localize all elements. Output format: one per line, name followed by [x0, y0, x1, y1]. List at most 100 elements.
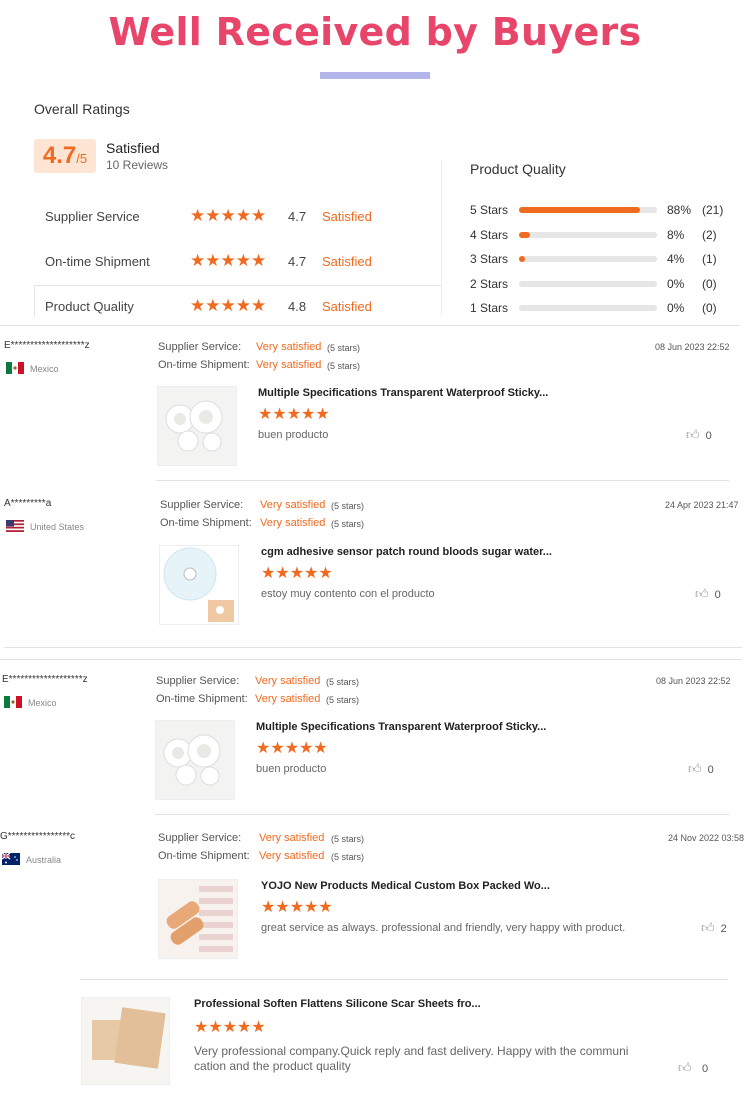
- shipment-label: On-time Shipment:: [160, 517, 252, 529]
- country-flag-icon: [4, 693, 22, 710]
- review-stars: ★★★★★: [256, 738, 328, 757]
- product-image[interactable]: [159, 545, 239, 625]
- supplier-service-label: Supplier Service:: [160, 499, 244, 511]
- review-comment: buen producto: [256, 763, 327, 775]
- dist-label: 3 Stars: [470, 252, 509, 266]
- product-image[interactable]: [157, 386, 237, 466]
- product-image[interactable]: [158, 879, 238, 959]
- dist-bar-fill: [519, 207, 641, 213]
- overall-score: 4.7: [42, 142, 77, 169]
- rating-label: Product Quality: [45, 299, 134, 314]
- tape-rolls-image: [156, 721, 232, 797]
- like-button[interactable]: 👍︎ 0: [686, 426, 712, 444]
- like-button[interactable]: 👍︎ 0: [678, 1059, 708, 1077]
- dist-bar-fill: [519, 256, 525, 262]
- product-image[interactable]: [81, 997, 170, 1085]
- review-comment: Very professional company.Quick reply an…: [194, 1044, 628, 1074]
- rating-label: Supplier Service: [45, 209, 140, 224]
- rating-row-shipment: On-time Shipment ★★★★★ 4.7 Satisfied: [45, 252, 445, 272]
- section-divider: [0, 659, 742, 660]
- like-button[interactable]: 👍︎ 0: [695, 585, 721, 603]
- dist-count: (21): [702, 203, 724, 217]
- review-date: 08 Jun 2023 22:52: [656, 676, 731, 686]
- rating-stars: ★★★★★: [190, 206, 267, 226]
- like-count: 2: [720, 923, 727, 935]
- rating-status: Satisfied: [322, 254, 372, 269]
- shipment-label: On-time Shipment:: [158, 359, 250, 371]
- review-comment: buen producto: [258, 429, 329, 441]
- rating-label: On-time Shipment: [45, 254, 150, 269]
- quality-dist-row: 3 Stars 4% (1): [470, 249, 730, 269]
- supplier-service-stars: (5 stars): [331, 501, 365, 511]
- product-title[interactable]: Multiple Specifications Transparent Wate…: [256, 721, 546, 733]
- overall-status: Satisfied: [106, 140, 160, 156]
- country-name: Australia: [26, 855, 62, 865]
- dist-label: 5 Stars: [470, 203, 509, 217]
- reviewer-name: E*******************z: [2, 674, 88, 685]
- dist-count: (2): [702, 228, 717, 242]
- product-title[interactable]: Professional Soften Flattens Silicone Sc…: [194, 998, 481, 1010]
- supplier-service-stars: (5 stars): [327, 343, 361, 353]
- review-divider: [155, 814, 729, 815]
- dist-label: 1 Stars: [470, 301, 509, 315]
- dist-percent: 88%: [667, 203, 692, 217]
- section-divider: [0, 325, 740, 326]
- review-stars: ★★★★★: [261, 897, 333, 916]
- page-title: Well Received by Buyers: [108, 10, 642, 54]
- rating-status: Satisfied: [322, 209, 372, 224]
- quality-dist-row: 4 Stars 8% (2): [470, 225, 730, 245]
- supplier-service-label: Supplier Service:: [158, 341, 242, 353]
- thumbs-up-icon: 👍︎: [678, 1061, 692, 1076]
- ratings-divider: [441, 160, 442, 315]
- dist-count: (0): [702, 277, 717, 291]
- dist-bar-track: [519, 305, 657, 311]
- supplier-service-value: Very satisfied: [255, 675, 321, 687]
- like-button[interactable]: 👍︎ 2: [701, 919, 727, 937]
- sensor-patch-image: [160, 546, 238, 624]
- thumbs-up-icon: 👍︎: [695, 587, 709, 602]
- review-comment-line: cation and the product quality: [194, 1059, 351, 1073]
- supplier-service-stars: (5 stars): [326, 677, 360, 687]
- dist-percent: 0%: [667, 301, 685, 315]
- supplier-service-stars: (5 stars): [331, 834, 365, 844]
- product-title[interactable]: cgm adhesive sensor patch round bloods s…: [261, 546, 552, 558]
- review-comment: estoy muy contento con el producto: [261, 588, 435, 600]
- bandage-box-image: [159, 880, 237, 958]
- dist-percent: 8%: [667, 228, 685, 242]
- shipment-stars: (5 stars): [331, 852, 365, 862]
- dist-count: (1): [702, 252, 717, 266]
- product-image[interactable]: [155, 720, 235, 800]
- like-button[interactable]: 👍︎ 0: [688, 760, 714, 778]
- review-divider: [156, 480, 729, 481]
- dist-label: 4 Stars: [470, 228, 509, 242]
- shipment-label: On-time Shipment:: [158, 850, 250, 862]
- shipment-stars: (5 stars): [326, 695, 360, 705]
- shipment-label: On-time Shipment:: [156, 693, 248, 705]
- reviewer-name: A*********a: [4, 498, 52, 509]
- dist-bar-track: [519, 232, 657, 238]
- dist-bar-track: [519, 281, 657, 287]
- product-title[interactable]: Multiple Specifications Transparent Wate…: [258, 387, 548, 399]
- rating-row-supplier: Supplier Service ★★★★★ 4.7 Satisfied: [45, 207, 445, 227]
- rating-status: Satisfied: [322, 299, 372, 314]
- overall-score-badge: 4.7/5: [34, 139, 96, 173]
- like-count: 0: [714, 589, 721, 601]
- country-name: Mexico: [28, 698, 57, 708]
- dist-count: (0): [702, 301, 717, 315]
- overall-ratings-heading: Overall Ratings: [34, 101, 130, 117]
- review-date: 24 Nov 2022 03:58: [668, 833, 745, 843]
- like-count: 0: [705, 430, 712, 442]
- review-comment-line: Very professional company.Quick reply an…: [194, 1044, 629, 1058]
- dist-percent: 0%: [667, 277, 685, 291]
- review-divider: [4, 647, 742, 648]
- scar-sheet-image: [82, 998, 169, 1084]
- review-date: 08 Jun 2023 22:52: [655, 342, 730, 352]
- country-name: United States: [30, 522, 85, 532]
- overall-review-count: 10 Reviews: [106, 158, 169, 172]
- shipment-value: Very satisfied: [260, 517, 326, 529]
- product-title[interactable]: YOJO New Products Medical Custom Box Pac…: [261, 880, 550, 892]
- shipment-stars: (5 stars): [327, 361, 361, 371]
- thumbs-up-icon: 👍︎: [701, 921, 715, 936]
- thumbs-up-icon: 👍︎: [686, 428, 700, 443]
- review-stars: ★★★★★: [261, 563, 333, 582]
